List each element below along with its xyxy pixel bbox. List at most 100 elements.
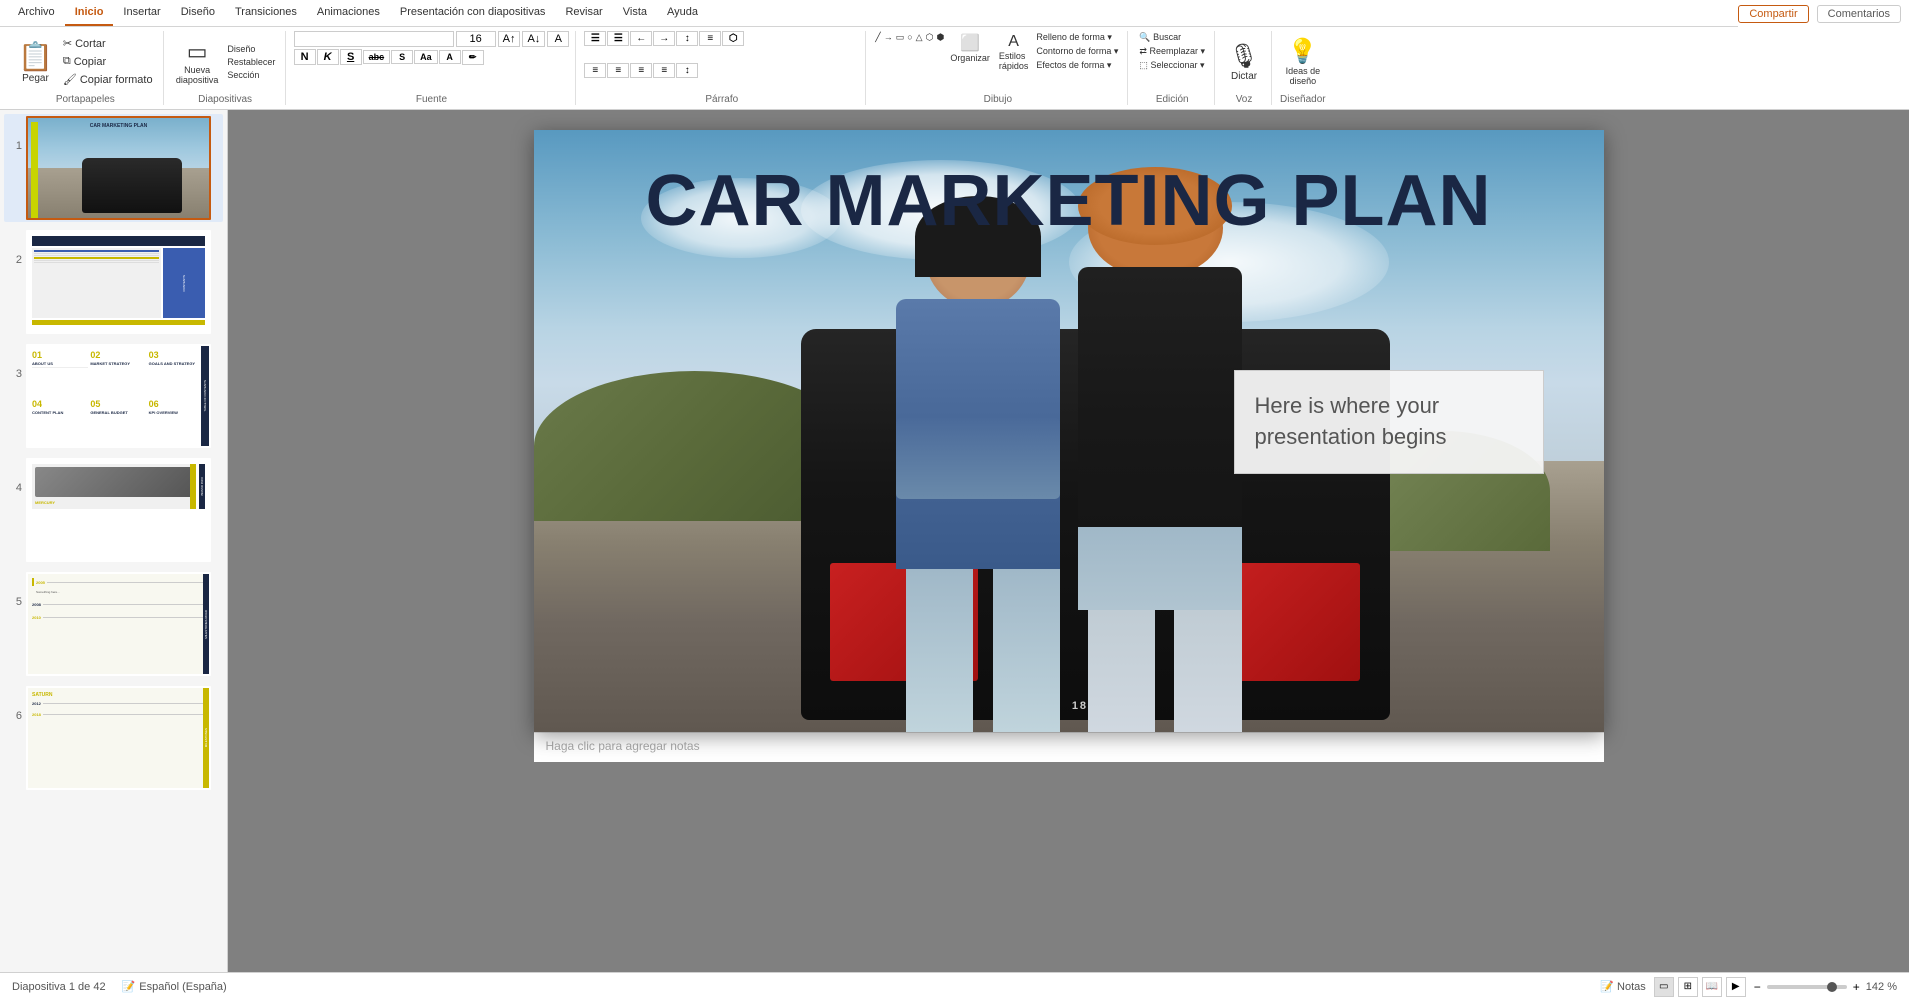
- slide-image-4[interactable]: MERCURY BRAND INFO: [26, 458, 211, 562]
- paste-button[interactable]: 📋 Pegar: [14, 38, 57, 86]
- normal-view-button[interactable]: ▭: [1654, 977, 1674, 997]
- strikethrough-button[interactable]: abc: [363, 50, 391, 64]
- s1-thumb-title: CAR MARKETING PLAN: [90, 123, 148, 129]
- view-buttons: ▭ ⊞ 📖 ▶: [1654, 977, 1746, 997]
- slide-image-3[interactable]: 01 ABOUT US 02 MARKET STRATEGY 03 GOALS …: [26, 344, 211, 448]
- ideas-button[interactable]: 💡 Ideas de diseño: [1282, 35, 1325, 88]
- align-text-button[interactable]: ≡: [699, 31, 721, 46]
- smartart-button[interactable]: ⬡: [722, 31, 744, 46]
- tab-diseno[interactable]: Diseño: [171, 0, 225, 26]
- font-name-input[interactable]: [294, 31, 454, 47]
- dictar-button[interactable]: 🎙 Dictar: [1225, 40, 1263, 84]
- slideshow-button[interactable]: ▶: [1726, 977, 1746, 997]
- decrease-indent-button[interactable]: ←: [630, 31, 652, 46]
- triangle-tool[interactable]: △: [915, 31, 924, 44]
- slide-panel[interactable]: 1 CAR MARKETING PLAN 2: [0, 110, 228, 972]
- tab-vista[interactable]: Vista: [613, 0, 657, 26]
- tab-ayuda[interactable]: Ayuda: [657, 0, 708, 26]
- new-slide-icon: ▭: [187, 39, 208, 65]
- zoom-slider[interactable]: [1767, 985, 1847, 989]
- buscar-button[interactable]: 🔍 Buscar: [1136, 31, 1184, 44]
- slide-num-3: 3: [6, 344, 22, 404]
- shape-tool-1[interactable]: ⬡: [925, 31, 935, 44]
- line-tool[interactable]: ╱: [874, 31, 881, 44]
- slide-sorter-button[interactable]: ⊞: [1678, 977, 1698, 997]
- ribbon-body: 📋 Pegar ✂ Cortar ⧉ Copiar 🖌 Copiar forma…: [0, 27, 1909, 109]
- copy-button[interactable]: ⧉ Copiar: [59, 53, 157, 70]
- tab-insertar[interactable]: Insertar: [113, 0, 170, 26]
- comments-button[interactable]: Comentarios: [1817, 5, 1901, 23]
- format-paint-button[interactable]: 🖌 Copiar formato: [59, 71, 157, 88]
- section-button[interactable]: Sección: [224, 69, 278, 81]
- reset-button[interactable]: Restablecer: [224, 56, 278, 68]
- shadow-button[interactable]: S: [391, 50, 413, 64]
- justify-button[interactable]: ≡: [653, 63, 675, 78]
- cut-button[interactable]: ✂ Cortar: [59, 35, 157, 52]
- tab-animaciones[interactable]: Animaciones: [307, 0, 390, 26]
- zoom-out-button[interactable]: −: [1754, 980, 1761, 994]
- cut-icon: ✂: [63, 37, 72, 50]
- slide-image-2[interactable]: CONTENTS: [26, 230, 211, 334]
- font-size-input[interactable]: [456, 31, 496, 47]
- slide-thumb-6[interactable]: 6 SATURN 2012 2018 MIL: [4, 684, 223, 792]
- tab-inicio[interactable]: Inicio: [65, 0, 114, 26]
- font-highlight-button[interactable]: ✏: [462, 50, 484, 65]
- shape-tool-2[interactable]: ⬢: [935, 31, 945, 44]
- circle-tool[interactable]: ○: [906, 31, 913, 44]
- estilos-rapidos-button[interactable]: A Estilosrápidos: [995, 31, 1033, 73]
- text-direction-button[interactable]: ↕: [676, 31, 698, 46]
- bold-button[interactable]: N: [294, 49, 316, 65]
- align-left-button[interactable]: ≡: [584, 63, 606, 78]
- increase-indent-button[interactable]: →: [653, 31, 675, 46]
- zoom-in-button[interactable]: +: [1853, 980, 1860, 994]
- diapositivas-label: Diapositivas: [198, 92, 252, 105]
- slide-title[interactable]: CAR MARKETING PLAN: [646, 160, 1492, 242]
- arrow-tool[interactable]: →: [883, 31, 894, 44]
- slide-info: Diapositiva 1 de 42: [12, 981, 106, 993]
- underline-button[interactable]: S: [340, 49, 362, 65]
- font-color-button[interactable]: A: [439, 50, 461, 64]
- notes-area[interactable]: Haga clic para agregar notas: [534, 732, 1604, 762]
- tab-archivo[interactable]: Archivo: [8, 0, 65, 26]
- increase-font-button[interactable]: A↑: [498, 31, 521, 47]
- bullets-button[interactable]: ☰: [584, 31, 606, 46]
- spacing-button[interactable]: Aa: [414, 50, 438, 64]
- slide-canvas[interactable]: 182 JX: [534, 130, 1604, 732]
- numbering-button[interactable]: ☰: [607, 31, 629, 46]
- decrease-font-button[interactable]: A↓: [522, 31, 545, 47]
- voz-label: Voz: [1236, 92, 1253, 105]
- new-slide-button[interactable]: ▭ Nueva diapositiva: [172, 37, 223, 87]
- slide-num-1: 1: [6, 116, 22, 176]
- line-spacing-button[interactable]: ↕: [676, 63, 698, 78]
- presentation-textbox[interactable]: Here is where your presentation begins: [1234, 370, 1544, 474]
- relleno-button[interactable]: Relleno de forma ▾: [1033, 31, 1121, 44]
- clear-format-button[interactable]: A: [547, 31, 569, 47]
- slide-thumb-1[interactable]: 1 CAR MARKETING PLAN: [4, 114, 223, 222]
- reading-view-button[interactable]: 📖: [1702, 977, 1722, 997]
- align-right-button[interactable]: ≡: [630, 63, 652, 78]
- slide-thumb-3[interactable]: 3 01 ABOUT US 02 MARKET STRATEGY 03: [4, 342, 223, 450]
- share-button[interactable]: Compartir: [1738, 5, 1808, 23]
- contorno-button[interactable]: Contorno de forma ▾: [1033, 45, 1121, 58]
- rect-tool[interactable]: ▭: [895, 31, 906, 44]
- organizar-button[interactable]: ⬜ Organizar: [946, 31, 994, 65]
- organizar-label: Organizar: [950, 53, 990, 63]
- tab-transiciones[interactable]: Transiciones: [225, 0, 307, 26]
- notes-toggle-button[interactable]: 📝 Notas: [1600, 980, 1645, 993]
- seleccionar-button[interactable]: ⬚ Seleccionar ▾: [1136, 59, 1207, 72]
- reemplazar-button[interactable]: ⇄ Reemplazar ▾: [1136, 45, 1208, 58]
- italic-button[interactable]: K: [317, 49, 339, 65]
- ribbon-actions: Compartir Comentarios: [1738, 5, 1909, 23]
- ribbon-tab-bar: Archivo Inicio Insertar Diseño Transicio…: [0, 0, 1738, 27]
- efectos-button[interactable]: Efectos de forma ▾: [1033, 59, 1121, 72]
- slide-thumb-2[interactable]: 2 CONTENTS: [4, 228, 223, 336]
- design-button[interactable]: Diseño: [224, 43, 278, 55]
- slide-image-5[interactable]: 2005 Something here... 2008 2010: [26, 572, 211, 676]
- slide-image-6[interactable]: SATURN 2012 2018 MILESTONES: [26, 686, 211, 790]
- tab-revisar[interactable]: Revisar: [555, 0, 612, 26]
- slide-image-1[interactable]: CAR MARKETING PLAN: [26, 116, 211, 220]
- align-center-button[interactable]: ≡: [607, 63, 629, 78]
- slide-thumb-5[interactable]: 5 2005 Something here... 2008: [4, 570, 223, 678]
- slide-thumb-4[interactable]: 4 MERCURY BRAND INFO: [4, 456, 223, 564]
- tab-presentacion[interactable]: Presentación con diapositivas: [390, 0, 556, 26]
